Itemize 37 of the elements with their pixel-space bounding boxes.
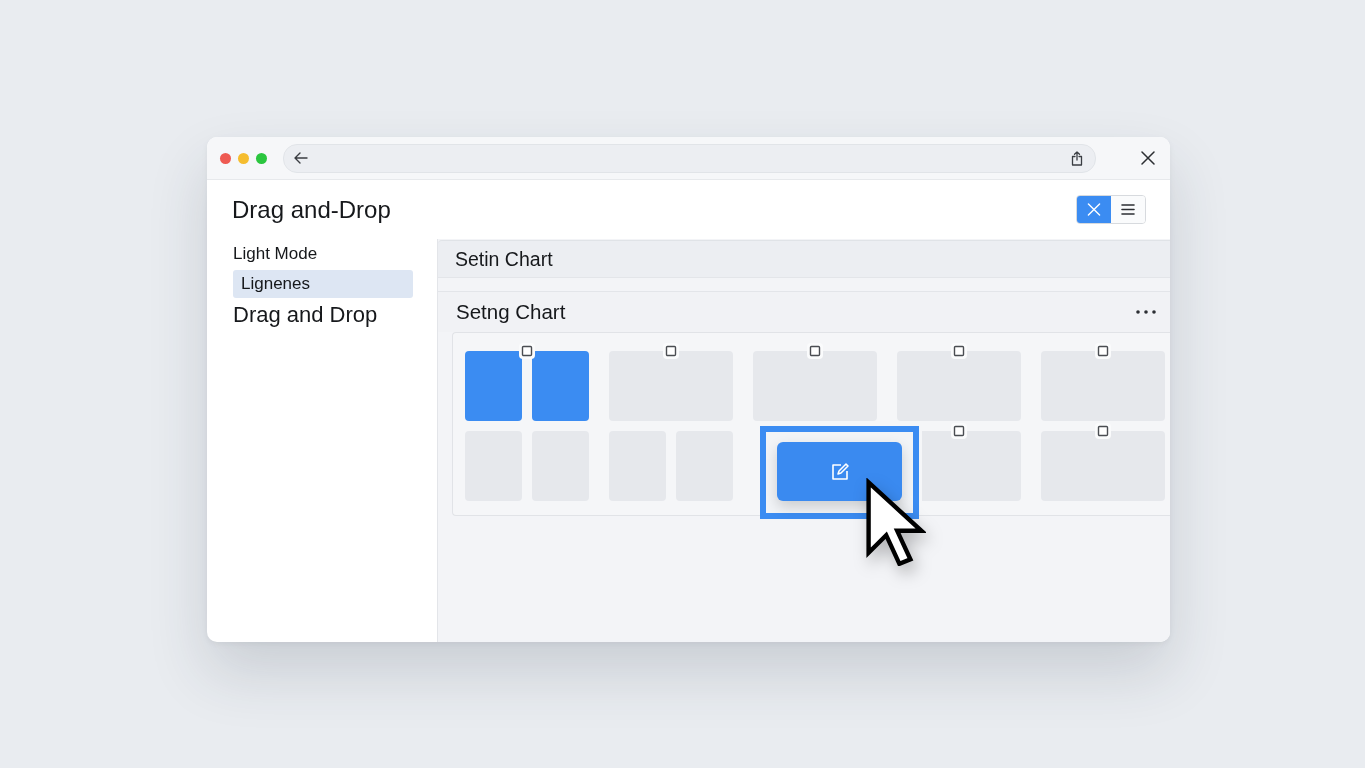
window-close-dot-icon[interactable] — [220, 152, 231, 164]
square-handle-icon[interactable] — [519, 343, 535, 359]
panel-title: Setng Chart — [456, 300, 566, 324]
sidebar-item[interactable]: Drag and Drop — [233, 300, 413, 330]
window-zoom-dot-icon[interactable] — [256, 152, 267, 164]
close-icon[interactable] — [1141, 151, 1155, 165]
more-options-icon[interactable] — [1136, 310, 1156, 314]
edit-icon — [830, 462, 849, 481]
address-field[interactable] — [283, 143, 1096, 173]
grid-tile[interactable] — [753, 351, 877, 421]
grid-tile[interactable] — [532, 351, 589, 421]
square-handle-icon[interactable] — [1095, 343, 1111, 359]
sidebar-item[interactable]: Lignenes — [233, 270, 413, 298]
page-title: Drag and-Drop — [232, 194, 391, 225]
menu-view-button[interactable] — [1111, 196, 1145, 223]
menu-icon — [1121, 203, 1135, 216]
close-icon — [1087, 203, 1101, 216]
sidebar-item[interactable]: Light Mode — [233, 240, 413, 268]
back-arrow-icon[interactable] — [294, 152, 308, 164]
dragged-card[interactable] — [777, 442, 902, 501]
square-handle-icon[interactable] — [663, 343, 679, 359]
square-handle-icon[interactable] — [1095, 423, 1111, 439]
grid-tile[interactable] — [465, 351, 522, 421]
panel-header[interactable]: Setin Chart — [438, 240, 1170, 278]
panel-title: Setin Chart — [455, 247, 553, 271]
grid-tile[interactable] — [1041, 431, 1165, 501]
close-view-button[interactable] — [1077, 196, 1111, 223]
square-handle-icon[interactable] — [951, 343, 967, 359]
cursor-arrow-icon — [864, 478, 926, 566]
grid-tile[interactable] — [897, 351, 1021, 421]
square-handle-icon[interactable] — [951, 423, 967, 439]
grid-tile[interactable] — [922, 431, 1021, 501]
share-icon[interactable] — [1071, 150, 1083, 166]
grid-tile[interactable] — [1041, 351, 1165, 421]
window-minimize-dot-icon[interactable] — [238, 152, 249, 164]
square-handle-icon[interactable] — [807, 343, 823, 359]
grid-tile[interactable] — [609, 351, 733, 421]
